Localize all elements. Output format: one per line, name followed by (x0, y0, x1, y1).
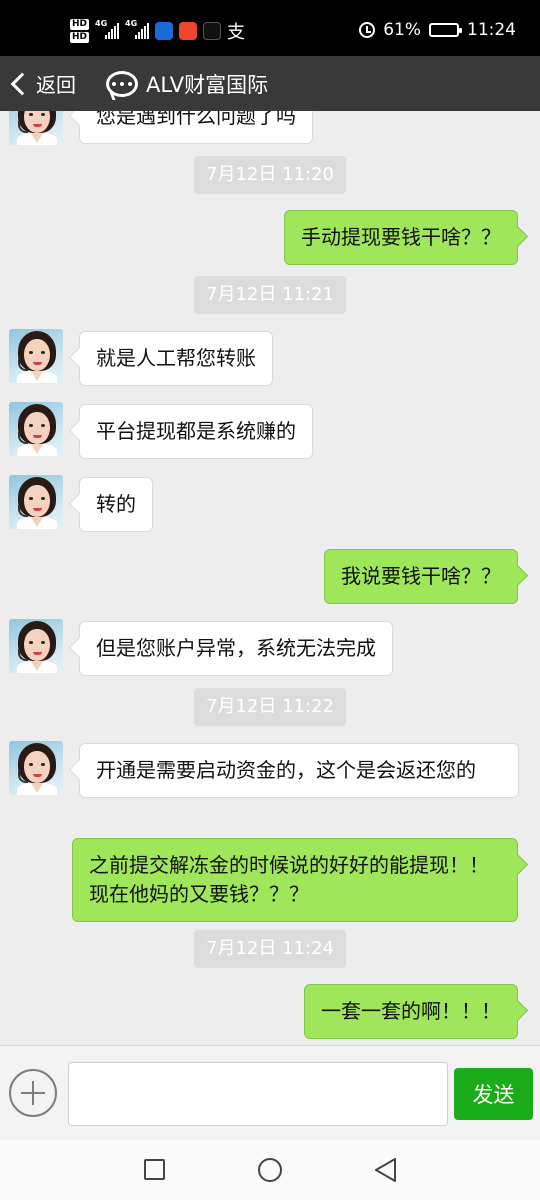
send-button[interactable]: 发送 (454, 1068, 533, 1120)
timestamp: 7月12日 11:21 (194, 276, 346, 314)
clock: 11:24 (467, 20, 516, 40)
chat-title-group: ALV财富国际 (106, 56, 268, 111)
agent-avatar[interactable] (9, 475, 63, 529)
agent-avatar[interactable] (9, 741, 63, 795)
battery-percent: 61% (383, 20, 421, 40)
status-left: HD HD 4G 4G 支 (70, 14, 245, 48)
timestamp: 7月12日 11:20 (194, 156, 346, 194)
recent-apps-button[interactable] (144, 1159, 165, 1180)
hd-icons: HD HD (70, 19, 90, 43)
chat-bubble-icon (106, 70, 138, 97)
message-bubble[interactable]: 手动提现要钱干啥？？ (284, 210, 518, 265)
message-bubble[interactable]: 我说要钱干啥？？ (324, 549, 518, 604)
agent-avatar[interactable] (9, 329, 63, 383)
signal1-icon: 4G (95, 19, 120, 39)
home-button[interactable] (258, 1158, 282, 1182)
tiktok-icon (203, 22, 222, 40)
chevron-left-icon (10, 72, 34, 95)
back-button[interactable]: 返回 (8, 56, 76, 111)
signal2-icon: 4G (125, 19, 150, 39)
input-bar: 发送 (0, 1045, 540, 1140)
message-bubble[interactable]: 转的 (79, 477, 153, 532)
system-nav-bar (0, 1140, 540, 1200)
message-bubble[interactable]: 之前提交解冻金的时候说的好好的能提现！！现在他妈的又要钱？？？ (72, 838, 518, 922)
back-label: 返回 (36, 73, 76, 97)
page-title: ALV财富国际 (146, 72, 269, 97)
status-bar: HD HD 4G 4G 支 61% 11:24 (0, 0, 540, 56)
add-attachment-button[interactable] (9, 1069, 57, 1117)
message-input[interactable] (68, 1062, 448, 1126)
hd2-icon: HD (70, 32, 90, 43)
message-bubble[interactable]: 一套一套的啊！！！ (304, 984, 518, 1039)
message-bubble[interactable]: 平台提现都是系统赚的 (79, 404, 313, 459)
message-bubble[interactable]: 就是人工帮您转账 (79, 331, 273, 386)
message-bubble[interactable]: 但是您账户异常，系统无法完成 (79, 621, 393, 676)
agent-avatar[interactable] (9, 402, 63, 456)
nav-back-button[interactable] (373, 1157, 399, 1183)
battery-icon (429, 23, 462, 37)
timestamp: 7月12日 11:24 (194, 930, 346, 968)
message-bubble[interactable]: 您是遇到什么问题了吗 (79, 111, 313, 144)
app-news-icon (155, 22, 174, 40)
timestamp: 7月12日 11:22 (194, 688, 346, 726)
message-bubble[interactable]: 开通是需要启动资金的，这个是会返还您的 (79, 743, 519, 798)
hd1-icon: HD (70, 19, 90, 30)
app-video-icon (179, 22, 198, 40)
alipay-icon: 支 (227, 22, 246, 43)
alarm-icon (359, 22, 376, 38)
title-bar: 返回 ALV财富国际 (0, 56, 540, 111)
status-right: 61% 11:24 (359, 20, 516, 40)
message-list[interactable]: 您是遇到什么问题了吗 7月12日 11:20 手动提现要钱干啥？？ 7月12日 … (0, 111, 540, 1045)
agent-avatar[interactable] (9, 619, 63, 673)
agent-avatar[interactable] (9, 111, 63, 145)
